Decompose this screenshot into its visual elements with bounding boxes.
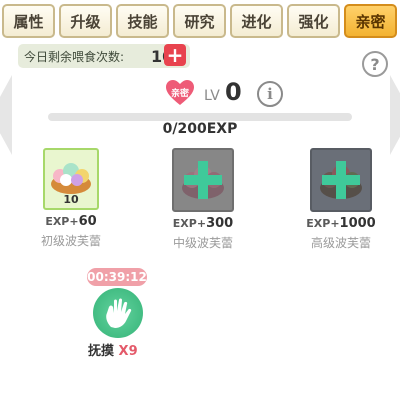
food-exp: EXP+1000 [296,216,386,231]
food-item-intermediate[interactable]: EXP+300 中级波芙蕾 [158,148,248,251]
food-exp-prefix: EXP+ [45,215,79,228]
tab-bar: 属性 升级 技能 研究 进化 强化 亲密 [0,0,400,42]
feed-label: 今日剩余喂食次数: [24,49,125,64]
food-exp-value: 60 [78,214,97,229]
food-name: 初级波芙蕾 [40,234,101,248]
pet-button[interactable] [93,288,143,338]
food-card-advanced[interactable] [310,148,372,212]
heart-label: 亲密 [170,89,189,99]
food-exp-value: 1000 [339,216,376,231]
tab-upgrade[interactable]: 升级 [59,4,112,38]
pet-multiplier: X9 [118,344,138,359]
tab-attributes[interactable]: 属性 [2,4,55,38]
food-exp: EXP+60 [26,214,116,229]
plus-icon [184,161,222,199]
tab-intimacy[interactable]: 亲密 [344,4,397,38]
pet-cooldown-timer: 00:39:12 [87,268,147,286]
food-name: 中级波芙蕾 [172,236,233,250]
food-item-basic[interactable]: 10 EXP+60 初级波芙蕾 [26,148,116,249]
hand-icon [106,298,132,328]
next-arrow-icon[interactable] [390,75,400,155]
food-card-basic[interactable]: 10 [43,148,99,210]
level-value: 0 [225,78,242,106]
exp-progress-bar [48,113,352,121]
tab-skills[interactable]: 技能 [116,4,169,38]
food-card-intermediate[interactable] [172,148,234,212]
tab-research[interactable]: 研究 [173,4,226,38]
food-exp-prefix: EXP+ [172,217,207,230]
food-item-advanced[interactable]: EXP+1000 高级波芙蕾 [296,148,386,251]
food-quantity: 10 [63,193,79,206]
pet-label: 抚摸 X9 [88,340,158,359]
food-exp: EXP+300 [158,216,248,231]
food-exp-prefix: EXP+ [306,217,340,230]
level-label: LV [204,88,220,104]
pet-action-name: 抚摸 [88,344,115,359]
help-icon[interactable]: ? [362,51,388,77]
tab-evolve[interactable]: 进化 [230,4,283,38]
food-exp-value: 300 [206,216,234,231]
tab-enhance[interactable]: 强化 [287,4,340,38]
add-feed-button[interactable]: + [164,44,186,66]
info-icon[interactable]: i [257,81,283,107]
cream-puff-icon [51,163,91,194]
food-name: 高级波芙蕾 [310,236,371,250]
plus-icon [322,161,360,199]
exp-text: 0/200EXP [162,121,238,137]
prev-arrow-icon[interactable] [0,75,12,155]
